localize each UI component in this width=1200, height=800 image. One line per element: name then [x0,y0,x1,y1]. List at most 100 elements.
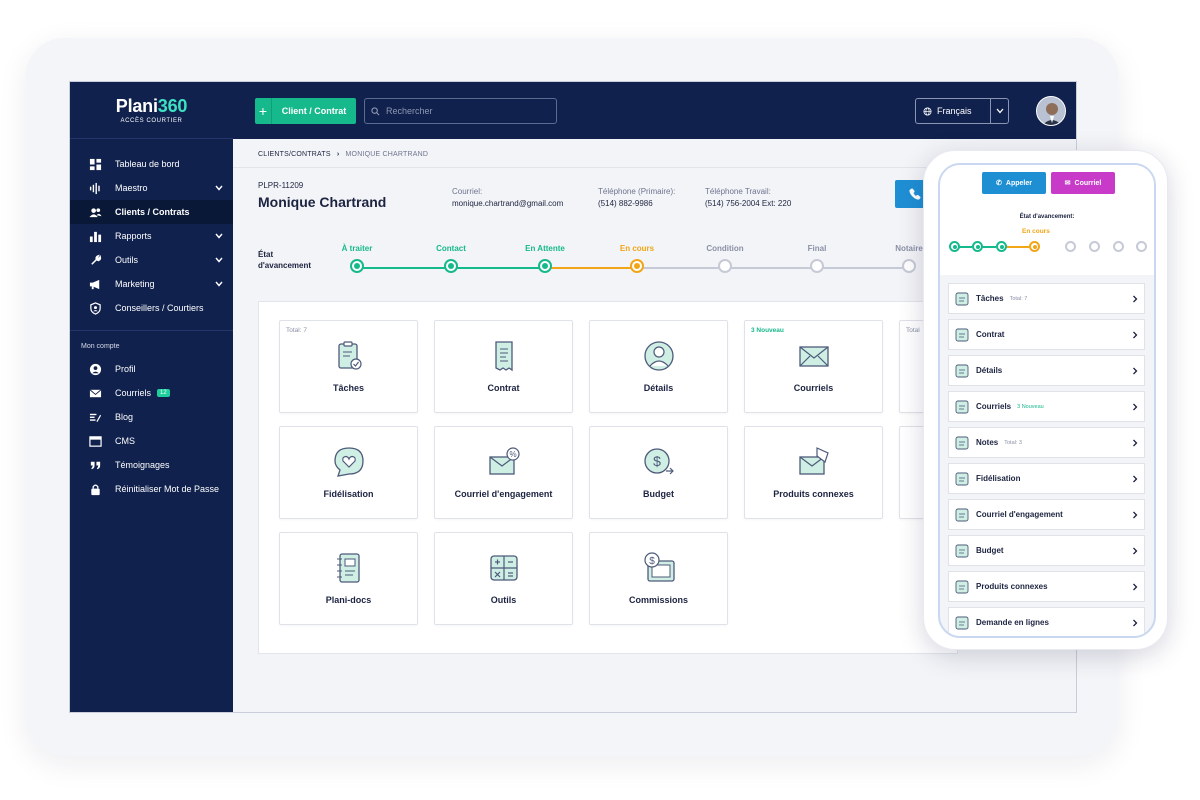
module-card-détails[interactable]: Détails [589,320,728,413]
phone-action-bar: ✆ Appeler ✉ Courriel [940,165,1154,209]
add-client-button[interactable]: + Client / Contrat [255,98,356,124]
lock-icon [88,482,102,496]
card-title: Plani-docs [325,595,372,605]
module-icon [955,400,969,413]
module-card-tâches[interactable]: Total: 7 Tâches [279,320,418,413]
phone-call-button[interactable]: ✆ Appeler [982,172,1046,194]
sidebar-item-réinitialiser-mot-de-passe[interactable]: Réinitialiser Mot de Passe [70,477,233,501]
progress-step[interactable]: En Attente [505,244,585,273]
module-icon [955,364,969,377]
notebook-icon [336,553,360,583]
progress-step[interactable]: Contact [411,244,491,273]
module-card-fidélisation[interactable]: Fidélisation [279,426,418,519]
chevron-right-icon [1132,403,1138,413]
progress-step-dot [538,259,552,273]
card-title: Détails [643,383,674,393]
phone-list-item[interactable]: Budget [948,535,1145,566]
progress-step-dot-fill [634,263,640,269]
phone-list-item[interactable]: Fidélisation [948,463,1145,494]
client-work-phone[interactable]: (514) 756-2004 Ext: 220 [705,198,791,210]
user-circle-icon [88,362,102,376]
progress-step[interactable]: En cours [597,244,677,273]
progress-step-dot [444,259,458,273]
progress-step[interactable]: Final [777,244,857,273]
sidebar-item-profil[interactable]: Profil [70,357,233,381]
sidebar-item-label: CMS [115,436,135,446]
logo-name: Plani [115,96,158,116]
sidebar-item-clients-contrats[interactable]: Clients / Contrats [70,200,233,224]
phone-list-item[interactable]: Produits connexes [948,571,1145,602]
chevron-down-icon[interactable] [215,255,223,265]
chevron-down-icon[interactable] [215,231,223,241]
phone-list-item[interactable]: Courriels 3 Nouveau [948,391,1145,422]
module-card-plani-docs[interactable]: Plani-docs [279,532,418,625]
sidebar-item-cms[interactable]: CMS [70,429,233,453]
progress-step-label: Notaire [895,244,923,253]
client-phone[interactable]: (514) 882-9986 [598,198,675,210]
sidebar-item-label: Maestro [115,183,148,193]
window-icon [88,434,102,448]
email-label: Courriel: [452,187,483,196]
chevron-down-icon[interactable] [990,99,1008,123]
search-box[interactable] [364,98,557,124]
search-input[interactable] [386,106,546,116]
sidebar-item-maestro[interactable]: Maestro [70,176,233,200]
sidebar-item-blog[interactable]: Blog [70,405,233,429]
search-icon [371,106,380,115]
module-card-courriel-d-engagement[interactable]: % Courriel d'engagement [434,426,573,519]
breadcrumb-parent[interactable]: CLIENTS/CONTRATS [258,151,331,158]
module-card-contrat[interactable]: Contrat [434,320,573,413]
sidebar-item-label: Courriels [115,388,152,398]
phone-icon: ✆ [996,180,1002,187]
sidebar-item-conseillers-courtiers[interactable]: Conseillers / Courtiers [70,296,233,320]
module-card-produits-connexes[interactable]: Produits connexes [744,426,883,519]
top-bar: + Client / Contrat Français [233,82,1076,139]
work-phone-label: Téléphone Travail: [705,187,771,196]
dollar-coin-icon: $ [643,448,674,475]
client-id: PLPR-11209 [258,181,304,190]
phone-list-item[interactable]: Contrat [948,319,1145,350]
svg-text:$: $ [653,453,661,469]
chevron-right-icon: › [336,151,340,158]
phone-list-title: Contrat [976,330,1005,339]
chevron-down-icon[interactable] [215,279,223,289]
blog-icon [88,410,102,424]
sidebar-item-label: Réinitialiser Mot de Passe [115,484,220,494]
user-circle-icon [643,341,674,371]
phone-list-item[interactable]: Courriel d'engagement [948,499,1145,530]
module-icon [955,328,969,341]
chevron-down-icon[interactable] [215,183,223,193]
progress-step-dot [718,259,732,273]
client-email[interactable]: monique.chartrand@gmail.com [452,198,563,210]
phone-list-item[interactable]: Demande en lignes [948,607,1145,636]
count-badge: 12 [157,389,170,397]
phone-progress-dot [1065,241,1076,252]
phone-mail-button[interactable]: ✉ Courriel [1051,172,1115,194]
phone-progress-dot-fill [999,244,1004,249]
module-card-outils[interactable]: Outils [434,532,573,625]
phone-list-item[interactable]: Détails [948,355,1145,386]
sidebar-item-marketing[interactable]: Marketing [70,272,233,296]
phone-progress-dot [1089,241,1100,252]
sidebar-item-rapports[interactable]: Rapports [70,224,233,248]
phone-current-step: En cours [1022,228,1050,235]
phone-list-meta: 3 Nouveau [1017,403,1044,410]
module-card-courriels[interactable]: 3 Nouveau Courriels [744,320,883,413]
progress-step[interactable]: Condition [685,244,765,273]
card-tag: 3 Nouveau [751,327,784,334]
sidebar-item-outils[interactable]: Outils [70,248,233,272]
avatar[interactable] [1036,96,1066,126]
phone-list-item[interactable]: Notes Total: 3 [948,427,1145,458]
sidebar-item-label: Tableau de bord [115,159,180,169]
chevron-right-icon [1132,475,1138,485]
language-select[interactable]: Français [915,98,1009,124]
sidebar-item-tableau-de-bord[interactable]: Tableau de bord [70,152,233,176]
sidebar-item-courriels[interactable]: Courriels 12 [70,381,233,405]
sidebar-item-témoignages[interactable]: Témoignages [70,453,233,477]
phone-list-item[interactable]: Tâches Total: 7 [948,283,1145,314]
progress-step[interactable]: À traiter [317,244,397,273]
module-icon [955,292,969,305]
module-card-budget[interactable]: $ Budget [589,426,728,519]
module-card-commissions[interactable]: $ Commissions [589,532,728,625]
module-icon [955,436,969,449]
